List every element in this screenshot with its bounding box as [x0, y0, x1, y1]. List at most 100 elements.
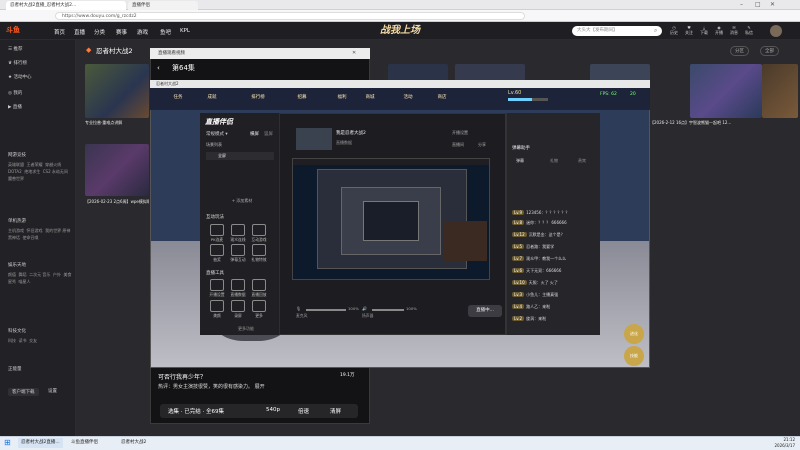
toolbar-label[interactable]: 开播设置: [452, 130, 468, 136]
stream-thumbnail[interactable]: [762, 64, 798, 118]
stream-cover[interactable]: [296, 128, 332, 150]
record-icon[interactable]: [231, 300, 245, 312]
maximize-icon[interactable]: □: [755, 1, 761, 8]
system-clock[interactable]: 21:12 2026/3/17: [740, 437, 795, 449]
broadcast-icon[interactable]: ◉ 开播: [713, 25, 725, 36]
sidebar-item-rank[interactable]: ♛ 排行榜: [8, 60, 27, 66]
settings-icon[interactable]: [210, 279, 224, 291]
game-menu-recruit[interactable]: 招募: [290, 94, 314, 100]
browser-tab[interactable]: 忍者村大战2直播_忍者村大战2...: [6, 1, 126, 10]
all-button[interactable]: 全部: [760, 46, 779, 56]
search-icon[interactable]: ⌕: [654, 27, 657, 35]
nav-yuba[interactable]: 鱼吧: [160, 28, 171, 36]
game-menu-activity[interactable]: 活动: [396, 94, 420, 100]
site-logo[interactable]: 斗鱼: [6, 25, 20, 35]
sidebar-item-mine[interactable]: ◎ 我的: [8, 90, 22, 96]
download-icon[interactable]: ⤓ 下载: [698, 25, 710, 36]
nav-home[interactable]: 首页: [54, 28, 65, 36]
chat-message[interactable]: Lv.8 迷你：？？？ 666666: [512, 220, 598, 228]
stream-title[interactable]: 我是忍者大战2: [336, 130, 366, 136]
nav-events[interactable]: 赛事: [116, 28, 127, 36]
mic-slider[interactable]: [306, 309, 346, 311]
site-search-input[interactable]: 大头大【发布期间】: [572, 26, 662, 36]
beauty-icon[interactable]: [210, 300, 224, 312]
sidebar-item-events[interactable]: ★ 活动中心: [8, 74, 31, 80]
quality-button[interactable]: 540p: [266, 407, 280, 413]
chat-message[interactable]: Lv.3 小鱼儿：主播真强: [512, 292, 598, 300]
sidebar-item-live[interactable]: ▶ 直播: [8, 104, 22, 110]
close-icon[interactable]: ✕: [770, 1, 775, 8]
thumbnail-caption[interactable]: 【2026-02-23 2点6周】wpe模拟嗯嗯: [85, 199, 149, 205]
add-source-button[interactable]: + 添加素材: [222, 198, 262, 204]
tab-portrait[interactable]: 竖屏: [264, 131, 273, 137]
episode-selector[interactable]: 选集 · 已完结 · 全69集: [168, 407, 224, 415]
game-menu-task[interactable]: 任务: [166, 94, 190, 100]
taskbar-app[interactable]: 忍者村大战2直播...: [18, 438, 63, 448]
chat-message[interactable]: Lv.7 观众甲：教我一个么么: [512, 256, 598, 264]
category-button[interactable]: 分区: [730, 46, 749, 56]
taskbar-app[interactable]: 忍者村大战2: [118, 438, 149, 448]
tab-gift[interactable]: 礼物: [550, 158, 558, 164]
message-icon[interactable]: ✉ 消息: [728, 25, 740, 36]
chat-message[interactable]: Lv.2 旋涡：来啦: [512, 316, 598, 324]
scene-mode-select[interactable]: 常规模式 ▾: [206, 131, 228, 137]
speaker-slider[interactable]: [372, 309, 404, 311]
settings-button[interactable]: 设置: [48, 388, 57, 394]
game-menu-achievement[interactable]: 成就: [200, 94, 224, 100]
more-tools-link[interactable]: 更多功能: [226, 326, 266, 332]
sidebar-subs[interactable]: 主机游戏 怀旧游戏 我的世界 原神 黑神话 使命召唤: [8, 227, 72, 241]
chat-message[interactable]: Lv.10 天照：火了 火了: [512, 280, 598, 288]
nav-live[interactable]: 直播: [74, 28, 85, 36]
nav-category[interactable]: 分类: [94, 28, 105, 36]
toolbar-label[interactable]: 直播间: [452, 142, 464, 148]
link-icon[interactable]: [231, 224, 245, 236]
chat-message[interactable]: Lv.12 沉默是金：这个是？: [512, 232, 598, 240]
avatar[interactable]: [770, 25, 782, 37]
live-status-button[interactable]: 直播中...: [468, 305, 502, 317]
data-icon[interactable]: [231, 279, 245, 291]
windows-start-icon[interactable]: ⊞: [4, 438, 14, 448]
tab-landscape[interactable]: 横屏: [250, 131, 259, 137]
skill-button[interactable]: 进化: [624, 324, 644, 344]
more-icon[interactable]: [252, 300, 266, 312]
thumbnail-caption[interactable]: 专业拉普·重难点讲解: [85, 120, 149, 126]
game-menu-shop[interactable]: 商店: [430, 94, 454, 100]
chat-icon[interactable]: ✎ 私信: [743, 25, 755, 36]
clear-screen-button[interactable]: 清屏: [330, 407, 341, 415]
chat-message[interactable]: Lv.6 天下无双：666666: [512, 268, 598, 276]
chat-message[interactable]: Lv.9 123456：？？？？？？: [512, 210, 598, 218]
mic-icon[interactable]: 🎙: [296, 306, 301, 311]
sidebar-section-title[interactable]: 科技文化: [8, 328, 26, 334]
sidebar-subs[interactable]: 颜值 舞蹈 二次元 音乐 户外 美食 星秀 喵星人: [8, 271, 72, 285]
tab-danmaku[interactable]: 弹幕: [516, 158, 524, 164]
back-arrow-icon[interactable]: ‹: [157, 64, 160, 72]
client-download-button[interactable]: 客户端下载: [8, 388, 39, 396]
gift-icon[interactable]: [252, 244, 266, 256]
chat-message[interactable]: Lv.5 忍者路：我要学: [512, 244, 598, 252]
speed-button[interactable]: 倍速: [298, 407, 309, 415]
lottery-icon[interactable]: [210, 244, 224, 256]
history-icon[interactable]: ◷ 历史: [668, 25, 680, 36]
close-icon[interactable]: ✕: [352, 50, 356, 56]
replay-icon[interactable]: [252, 279, 266, 291]
nav-games[interactable]: 游戏: [137, 28, 148, 36]
sidebar-subs[interactable]: 英雄联盟 王者荣耀 穿越火线 DOTA2 绝地求生 CS2 永劫无间 魔兽世界: [8, 161, 72, 182]
taskbar-app[interactable]: 斗鱼直播伴侣: [68, 438, 101, 448]
sidebar-section-title[interactable]: 单机热游: [8, 218, 26, 224]
stream-thumbnail[interactable]: [85, 144, 149, 196]
nav-kpl[interactable]: KPL: [180, 28, 190, 34]
speaker-icon[interactable]: 🔊: [362, 306, 367, 311]
expand-link[interactable]: 展开: [255, 384, 265, 390]
chat-message[interactable]: Lv.4 路人乙：来啦: [512, 304, 598, 312]
thumbnail-caption[interactable]: 【2026-2-12 16点】宇智波熊猫一起吧 12...: [650, 120, 790, 126]
scene-item[interactable]: 全屏: [206, 152, 274, 160]
stream-thumbnail[interactable]: [85, 64, 149, 118]
pk-icon[interactable]: [210, 224, 224, 236]
stream-thumbnail[interactable]: [690, 64, 762, 118]
browser-tab[interactable]: 直播伴侣: [128, 1, 198, 10]
danmaku-icon[interactable]: [231, 244, 245, 256]
sidebar-section-title[interactable]: 正能量: [8, 366, 22, 372]
game-menu-rank[interactable]: 排行榜: [246, 94, 270, 100]
game-menu-welfare[interactable]: 福利: [330, 94, 354, 100]
minimize-icon[interactable]: –: [740, 1, 743, 8]
